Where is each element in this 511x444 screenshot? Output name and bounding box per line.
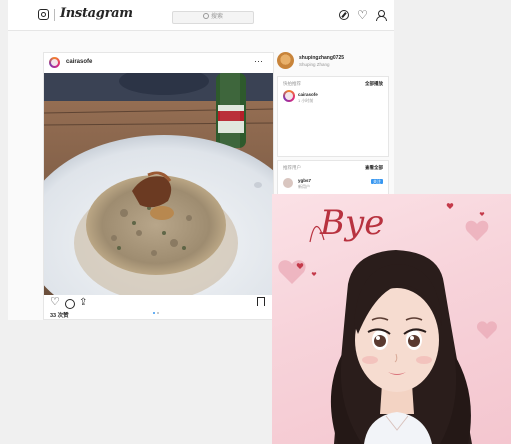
carousel-dot <box>157 312 159 314</box>
more-options-icon[interactable]: ··· <box>254 56 263 66</box>
story-time: 1 小时前 <box>298 98 314 103</box>
instagram-logo[interactable]: Instagram <box>60 6 133 21</box>
cartoon-girl-illustration: Bye <box>278 203 498 444</box>
post-header: cairasofe ··· <box>44 53 273 73</box>
carousel-indicator <box>152 301 160 319</box>
post-avatar[interactable] <box>49 57 60 68</box>
likes-count[interactable]: 33 次赞 <box>50 311 69 319</box>
sidebar-profile[interactable]: shupingzhang0725 Shuping Zhang <box>277 52 387 74</box>
like-heart-icon[interactable]: ♡ <box>50 297 60 308</box>
profile-username[interactable]: shupingzhang0725 <box>299 55 344 61</box>
logo-divider <box>54 9 55 21</box>
see-all-link[interactable]: 查看全部 <box>365 165 383 171</box>
profile-icon[interactable] <box>376 10 387 21</box>
suggestions-title: 推荐用户 <box>283 165 301 170</box>
suggestion-subtitle: 新用户 <box>298 184 310 189</box>
stories-card: 快拍推荐 全部播放 cairasofe 1 小时前 <box>277 76 389 157</box>
share-icon[interactable]: ⇪ <box>79 297 87 308</box>
profile-fullname: Shuping Zhang <box>299 62 330 67</box>
top-navigation-bar: Instagram 搜索 ♡ <box>8 0 394 31</box>
risotto-photo-illustration <box>44 73 273 295</box>
profile-avatar[interactable] <box>277 52 294 69</box>
stories-title: 快拍推荐 <box>283 81 301 86</box>
carousel-dot-active <box>153 312 155 314</box>
overlay-illustration: Bye <box>272 194 511 444</box>
follow-button[interactable]: 关注 <box>371 179 383 184</box>
instagram-glyph-icon[interactable] <box>38 9 49 20</box>
post-photo[interactable] <box>44 73 273 295</box>
compass-icon[interactable] <box>339 10 349 20</box>
search-input[interactable]: 搜索 <box>172 11 254 24</box>
suggestion-username[interactable]: ygbs7 <box>298 178 311 183</box>
story-avatar[interactable] <box>283 90 295 102</box>
handwritten-lettering: Bye <box>319 203 384 243</box>
feed-post: cairasofe ··· ♡ ⇪ 33 次赞 <box>43 52 274 320</box>
heart-icon[interactable]: ♡ <box>357 9 368 21</box>
comment-icon[interactable] <box>65 299 75 309</box>
search-placeholder: 搜索 <box>210 14 223 20</box>
post-username[interactable]: cairasofe <box>66 59 92 65</box>
post-action-bar: ♡ ⇪ 33 次赞 <box>44 296 273 319</box>
bookmark-icon[interactable] <box>257 297 265 306</box>
story-username[interactable]: cairasofe <box>298 92 318 97</box>
watch-all-link[interactable]: 全部播放 <box>365 81 383 87</box>
search-icon <box>202 13 209 20</box>
suggestion-avatar[interactable] <box>283 178 293 188</box>
